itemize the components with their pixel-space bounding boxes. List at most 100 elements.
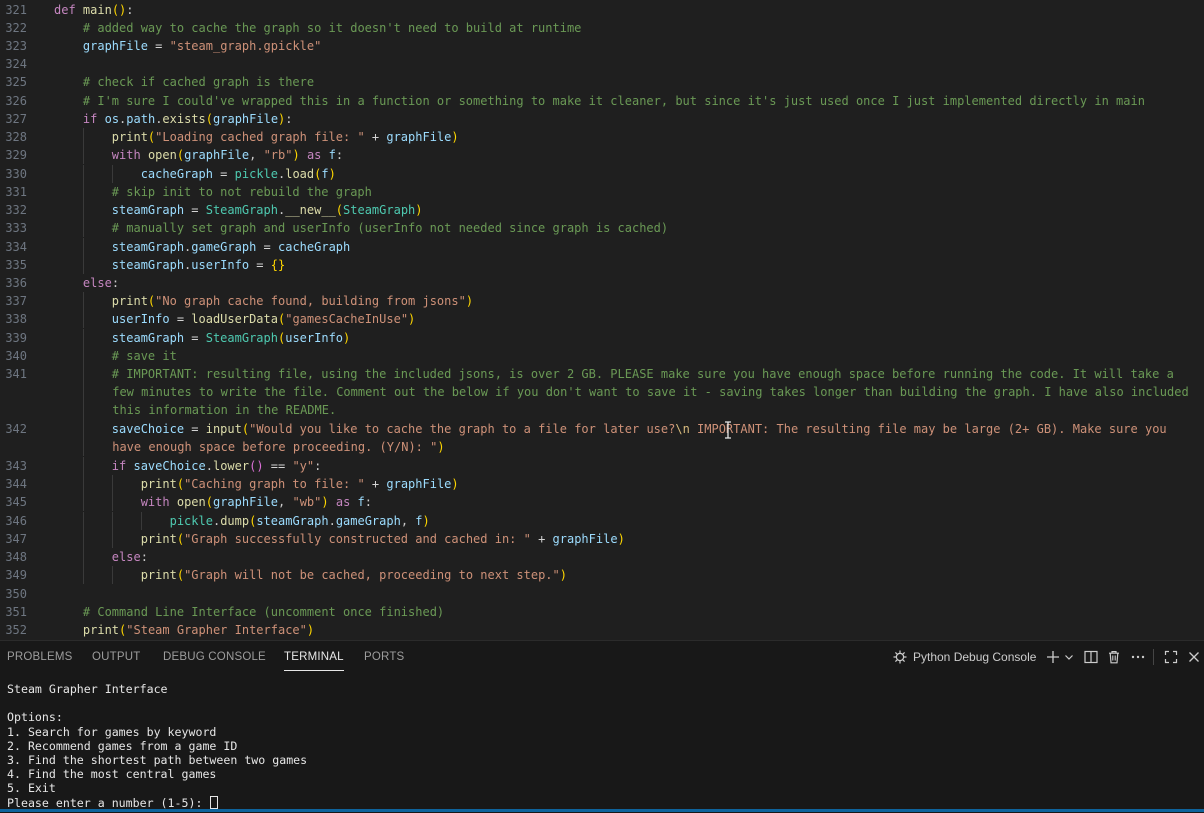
code-line[interactable]: 322 # added way to cache the graph so it… xyxy=(0,19,1204,37)
token: "Graph will not be cached, proceeding to… xyxy=(184,568,560,582)
code-line[interactable]: 334 steamGraph.gameGraph = cacheGraph xyxy=(0,238,1204,257)
token: userInfo xyxy=(285,331,344,345)
token: ) xyxy=(292,148,300,162)
code-line[interactable]: 329 with open(graphFile, "rb") as f: xyxy=(0,146,1204,165)
code-line[interactable]: 321 def main(): xyxy=(0,1,1204,19)
terminal-dropdown-button[interactable] xyxy=(1064,647,1074,667)
code-line[interactable]: 348 else: xyxy=(0,548,1204,567)
indent-guide xyxy=(112,493,114,512)
token: else xyxy=(111,550,141,564)
tab-problems[interactable]: PROBLEMS xyxy=(7,650,73,670)
line-number: 345 xyxy=(5,495,27,509)
code-line[interactable]: 330 cacheGraph = pickle.load(f) xyxy=(0,165,1204,184)
code-line[interactable]: 343 if saveChoice.lower() == "y": xyxy=(0,457,1204,476)
code-line[interactable]: 342 saveChoice = input("Would you like t… xyxy=(0,420,1204,457)
code-line[interactable]: 345 with open(graphFile, "wb") as f: xyxy=(0,493,1204,512)
terminal-selector[interactable]: Python Debug Console xyxy=(892,647,1036,667)
indent-guide xyxy=(83,566,85,585)
token: : xyxy=(285,112,293,126)
indent-guide xyxy=(83,548,85,567)
code-line[interactable]: 325 # check if cached graph is there xyxy=(0,73,1204,91)
token: lower xyxy=(212,459,250,473)
code-line[interactable]: 331 # skip init to not rebuild the graph xyxy=(0,183,1204,202)
code-line[interactable]: 323 graphFile = "steam_graph.gpickle" xyxy=(0,37,1204,55)
code-line[interactable]: 339 steamGraph = SteamGraph(userInfo) xyxy=(0,329,1204,348)
line-number: 342 xyxy=(5,422,27,436)
line-number: 332 xyxy=(5,203,27,217)
token: if xyxy=(82,112,98,126)
token: steamGraph xyxy=(111,203,185,217)
token: dump xyxy=(220,514,250,528)
token: "Loading cached graph file: " xyxy=(155,130,365,144)
token: ( xyxy=(176,568,185,582)
code-line[interactable]: 351 # Command Line Interface (uncomment … xyxy=(0,603,1204,621)
code-line[interactable]: 328 print("Loading cached graph file: " … xyxy=(0,128,1204,147)
code-text: if saveChoice.lower() == "y": xyxy=(54,457,1198,475)
code-editor[interactable]: 321 def main(): 322 # added way to cache t… xyxy=(0,0,1204,640)
token: ) xyxy=(328,167,336,181)
code-text: if os.path.exists(graphFile): xyxy=(54,110,1198,128)
terminal-line: Options: xyxy=(7,710,63,725)
code-line[interactable]: 336 else: xyxy=(0,274,1204,292)
code-line[interactable]: 335 steamGraph.userInfo = {} xyxy=(0,256,1204,275)
tab-output[interactable]: OUTPUT xyxy=(92,650,140,670)
token: = xyxy=(184,203,206,217)
more-actions-button[interactable] xyxy=(1130,647,1146,667)
code-line[interactable]: 349 print("Graph will not be cached, pro… xyxy=(0,566,1204,585)
split-terminal-button[interactable] xyxy=(1084,647,1098,667)
line-number: 337 xyxy=(5,294,27,308)
close-panel-button[interactable] xyxy=(1188,647,1200,667)
code-line[interactable]: 333 # manually set graph and userInfo (u… xyxy=(0,219,1204,238)
code-line[interactable]: 326 # I'm sure I could've wrapped this i… xyxy=(0,92,1204,110)
line-number: 350 xyxy=(5,587,27,601)
code-text: steamGraph = SteamGraph(userInfo) xyxy=(54,329,1198,347)
terminal-name: Python Debug Console xyxy=(913,650,1037,664)
indent-guide xyxy=(83,183,85,202)
token: ( xyxy=(176,532,185,546)
code-line[interactable]: 347 print("Graph successfully constructe… xyxy=(0,530,1204,549)
token: pickle xyxy=(169,514,213,528)
token: "Caching graph to file: " xyxy=(184,477,365,491)
indent-guide xyxy=(83,365,85,420)
maximize-panel-button[interactable] xyxy=(1164,647,1178,667)
token: # save it xyxy=(111,349,177,363)
code-line[interactable]: 324 xyxy=(0,55,1204,73)
indent-guide xyxy=(83,493,85,512)
code-line[interactable]: 340 # save it xyxy=(0,347,1204,366)
token: SteamGraph xyxy=(343,203,416,217)
kill-terminal-button[interactable] xyxy=(1107,647,1121,667)
tab-debug-console[interactable]: DEBUG CONSOLE xyxy=(163,650,266,670)
token: {} xyxy=(270,258,286,272)
code-line[interactable]: 344 print("Caching graph to file: " + gr… xyxy=(0,475,1204,494)
terminal-line: 4. Find the most central games xyxy=(7,767,217,782)
code-line[interactable]: 346 pickle.dump(steamGraph.gameGraph, f) xyxy=(0,512,1204,531)
code-line[interactable]: 350 xyxy=(0,585,1204,603)
token: ) xyxy=(451,130,459,144)
token: ) xyxy=(415,203,423,217)
token: with xyxy=(111,148,141,162)
code-line[interactable]: 327 if os.path.exists(graphFile): xyxy=(0,110,1204,128)
code-line[interactable]: 352 print("Steam Grapher Interface") xyxy=(0,621,1204,639)
tab-ports[interactable]: PORTS xyxy=(364,650,404,670)
code-text: # Command Line Interface (uncomment once… xyxy=(54,603,1198,621)
terminal-line: 2. Recommend games from a game ID xyxy=(7,738,238,753)
new-terminal-button[interactable] xyxy=(1046,647,1060,667)
code-line[interactable]: 332 steamGraph = SteamGraph.__new__(Stea… xyxy=(0,201,1204,220)
code-line[interactable]: 337 print("No graph cache found, buildin… xyxy=(0,292,1204,311)
token: print xyxy=(82,623,120,637)
terminal-output[interactable]: Steam Grapher Interface Options: 1. Sear… xyxy=(7,682,307,810)
token: "Graph successfully constructed and cach… xyxy=(184,532,531,546)
code-line[interactable]: 338 userInfo = loadUserData("gamesCacheI… xyxy=(0,310,1204,329)
line-number: 347 xyxy=(5,532,27,546)
tab-terminal[interactable]: TERMINAL xyxy=(284,650,344,671)
token: \n xyxy=(675,422,690,436)
token: steamGraph xyxy=(111,331,185,345)
code-line[interactable]: 341 # IMPORTANT: resulting file, using t… xyxy=(0,365,1204,420)
token: path xyxy=(126,112,156,126)
